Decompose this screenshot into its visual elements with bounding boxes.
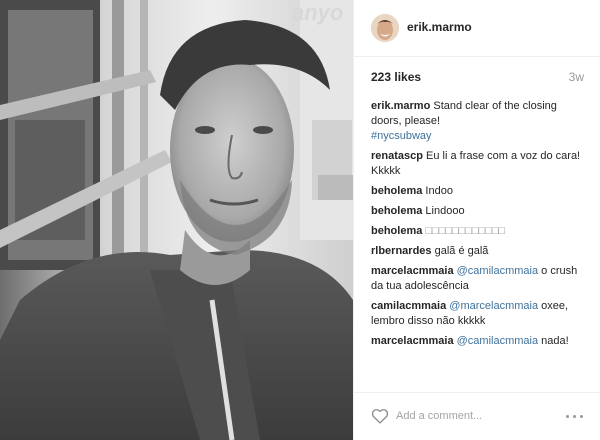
comments-list: erik.marmo Stand clear of the closing do… bbox=[371, 99, 589, 351]
comment-username[interactable]: beholema bbox=[371, 225, 422, 237]
comment-username[interactable]: beholema bbox=[371, 205, 422, 217]
comment-username[interactable]: beholema bbox=[371, 185, 422, 197]
photo-watermark-text: anyo bbox=[292, 0, 343, 25]
post-header: erik.marmo bbox=[354, 0, 600, 57]
post-time[interactable]: 3w bbox=[569, 70, 584, 84]
comment-text: galã é galã bbox=[434, 245, 489, 257]
comment-text: Lindooo bbox=[425, 205, 465, 217]
comment-username[interactable]: renatascp bbox=[371, 150, 423, 162]
instagram-post-card: anyo erik.marmo 223 likes 3w erik.marmo … bbox=[0, 0, 600, 440]
comment-item: marcelacmmaia @camilacmmaia o crush da t… bbox=[371, 264, 589, 294]
mention-link[interactable]: @camilacmmaia bbox=[457, 335, 538, 347]
comment-username[interactable]: erik.marmo bbox=[371, 100, 430, 112]
add-comment-input[interactable] bbox=[396, 407, 546, 425]
comment-username[interactable]: marcelacmmaia bbox=[371, 265, 454, 277]
likes-count[interactable]: 223 likes bbox=[371, 70, 421, 84]
comment-item: marcelacmmaia @camilacmmaia nada! bbox=[371, 334, 589, 349]
post-footer bbox=[354, 392, 600, 440]
avatar[interactable] bbox=[371, 14, 399, 42]
comment-text: Indoo bbox=[425, 185, 453, 197]
post-details-panel: erik.marmo 223 likes 3w erik.marmo Stand… bbox=[353, 0, 600, 440]
mention-link[interactable]: @marcelacmmaia bbox=[449, 300, 538, 312]
caption: erik.marmo Stand clear of the closing do… bbox=[371, 99, 589, 144]
comment-username[interactable]: marcelacmmaia bbox=[371, 335, 454, 347]
comment-username[interactable]: rlbernardes bbox=[371, 245, 432, 257]
mention-link[interactable]: @camilacmmaia bbox=[457, 265, 538, 277]
more-options-icon[interactable] bbox=[564, 407, 586, 425]
comment-username[interactable]: camilacmmaia bbox=[371, 300, 446, 312]
comment-item: rlbernardes galã é galã bbox=[371, 244, 589, 259]
comment-item: renatascp Eu li a frase com a voz do car… bbox=[371, 149, 589, 179]
post-photo[interactable]: anyo bbox=[0, 0, 353, 440]
heart-outline-icon[interactable] bbox=[371, 408, 389, 424]
comment-text: nada! bbox=[538, 335, 569, 347]
post-meta: 223 likes 3w bbox=[371, 70, 584, 86]
comment-item: beholema Lindooo bbox=[371, 204, 589, 219]
comment-text: □□□□□□□□□□□□ bbox=[425, 225, 506, 237]
header-username[interactable]: erik.marmo bbox=[407, 20, 472, 34]
hashtag-link[interactable]: #nycsubway bbox=[371, 130, 432, 142]
comment-item: beholema Indoo bbox=[371, 184, 589, 199]
comment-item: beholema □□□□□□□□□□□□ bbox=[371, 224, 589, 239]
avatar-image bbox=[371, 14, 399, 42]
comment-item: camilacmmaia @marcelacmmaia oxee, lembro… bbox=[371, 299, 589, 329]
subway-selfie-image: anyo bbox=[0, 0, 353, 440]
